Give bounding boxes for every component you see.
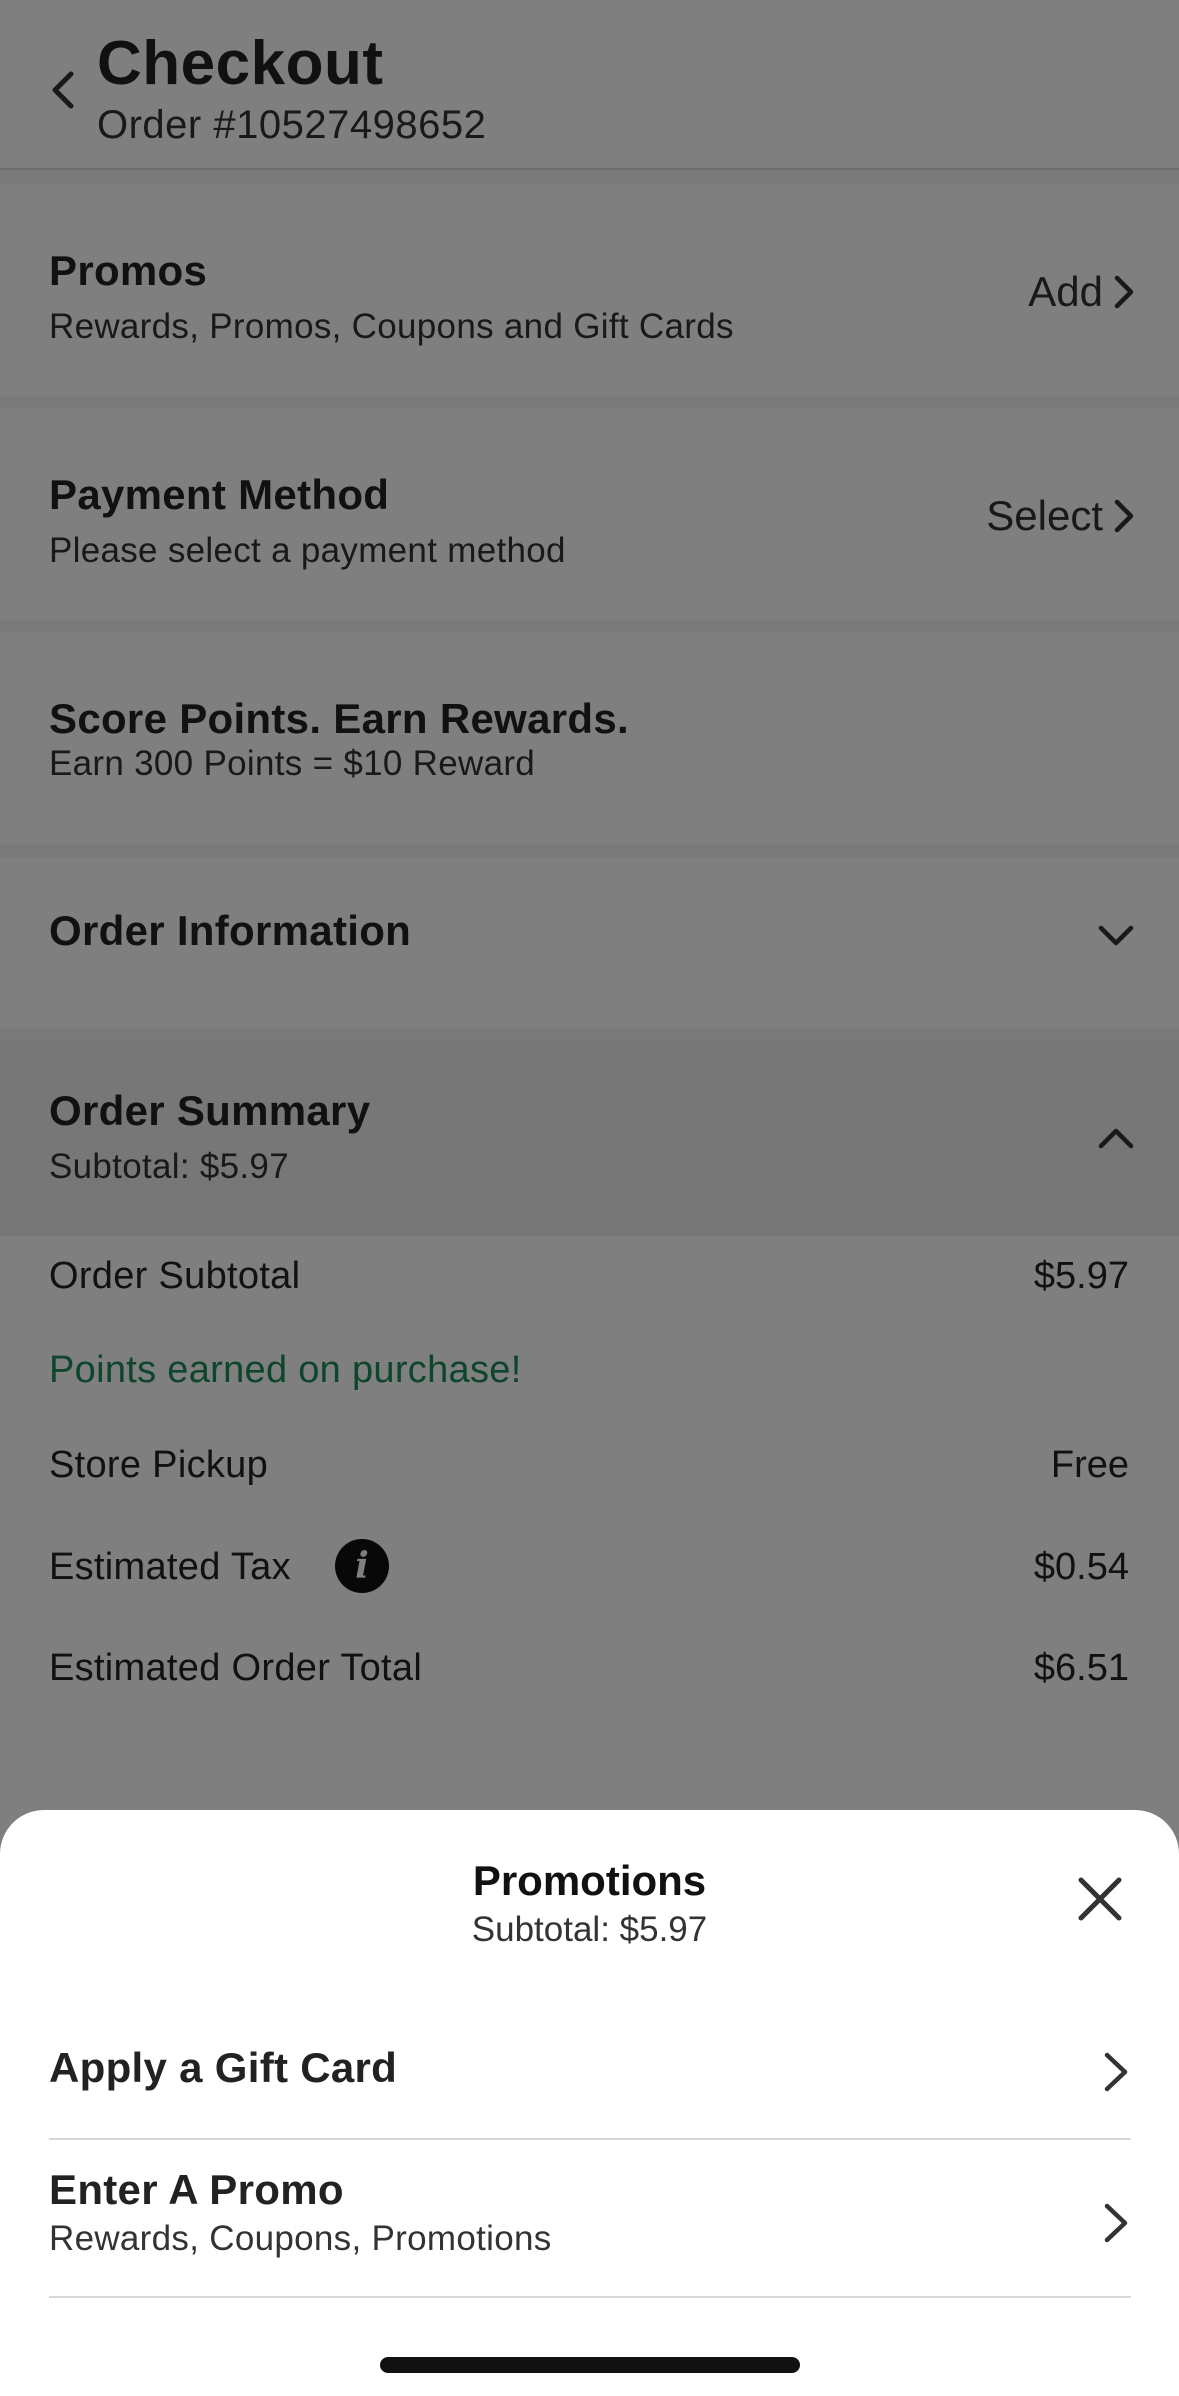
sheet-title: Promotions <box>472 1857 707 1904</box>
apply-gift-card-row[interactable]: Apply a Gift Card <box>49 2030 1131 2120</box>
enter-promo-label: Enter A Promo <box>49 2166 344 2213</box>
sheet-divider <box>49 2296 1131 2298</box>
close-icon <box>1078 1877 1122 1921</box>
enter-promo-subtitle: Rewards, Coupons, Promotions <box>49 2219 552 2258</box>
home-indicator <box>380 2357 800 2373</box>
chevron-right-icon <box>1104 2203 1128 2243</box>
chevron-right-icon <box>1104 2052 1128 2092</box>
apply-gift-card-label: Apply a Gift Card <box>49 2044 398 2091</box>
sheet-subtitle: Subtotal: $5.97 <box>471 1910 708 1949</box>
sheet-divider <box>49 2138 1131 2140</box>
close-button[interactable] <box>1075 1874 1125 1924</box>
promotions-sheet: Promotions Subtotal: $5.97 Apply a Gift … <box>0 1810 1179 2396</box>
enter-promo-row[interactable]: Enter A Promo Rewards, Coupons, Promotio… <box>49 2150 1131 2290</box>
